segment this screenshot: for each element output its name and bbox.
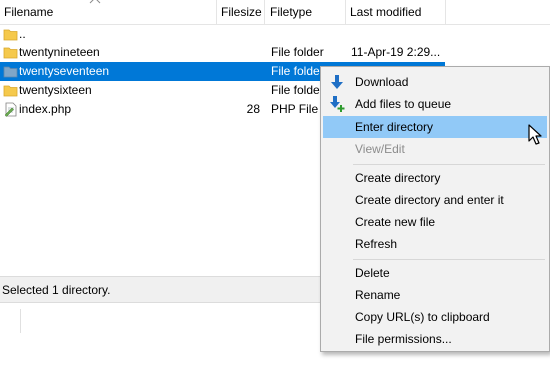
column-header-last-modified[interactable]: Last modified [346,0,446,24]
menu-item-label: Delete [355,266,390,280]
menu-item-label: Create directory [355,171,441,185]
menu-item-label: Enter directory [355,120,434,134]
sort-ascending-icon [89,0,101,4]
menu-item-create-directory-and-enter[interactable]: Create directory and enter it [323,189,547,211]
column-header-filetype-label: Filetype [270,5,313,19]
menu-item-label: View/Edit [355,142,405,156]
menu-item-rename[interactable]: Rename [323,284,547,306]
add-to-queue-icon [330,96,345,112]
column-header-filename[interactable]: Filename [0,0,217,24]
column-header-filename-label: Filename [4,5,54,19]
column-header-filesize-label: Filesize [221,5,262,19]
column-header-last-modified-label: Last modified [350,5,422,19]
file-row-twentynineteen[interactable]: twentynineteen File folder 11-Apr-19 2:2… [0,43,445,62]
menu-item-enter-directory[interactable]: Enter directory [323,116,547,138]
status-text: Selected 1 directory. [2,283,111,297]
menu-item-label: Create new file [355,215,436,229]
file-name: index.php [19,102,72,116]
file-name: twentyseventeen [19,64,110,78]
menu-item-label: Copy URL(s) to clipboard [355,310,490,324]
column-header-filesize[interactable]: Filesize [217,0,265,24]
column-header-filetype[interactable]: Filetype [266,0,346,24]
file-name: twentysixteen [19,83,92,97]
folder-icon [3,66,18,78]
menu-item-copy-urls[interactable]: Copy URL(s) to clipboard [323,306,547,328]
file-type: File folder [271,45,324,59]
context-menu: Download Add files to queue Enter direct… [320,66,550,352]
folder-icon [3,85,18,97]
menu-item-label: File permissions... [355,332,452,346]
menu-separator [353,164,545,165]
folder-icon [3,29,18,41]
menu-item-view-edit[interactable]: View/Edit [323,138,547,160]
menu-item-create-new-file[interactable]: Create new file [323,211,547,233]
php-file-icon [4,102,17,117]
menu-item-add-files-to-queue[interactable]: Add files to queue [323,93,547,115]
file-name: .. [19,27,26,41]
menu-item-label: Add files to queue [355,97,452,111]
menu-item-download[interactable]: Download [323,71,547,93]
folder-icon [3,47,18,59]
file-list-header: Filename Filesize Filetype Last modified [0,0,550,25]
menu-item-delete[interactable]: Delete [323,262,547,284]
menu-item-label: Refresh [355,237,398,251]
file-size: 28 [246,102,260,116]
menu-item-label: Create directory and enter it [355,193,504,207]
mouse-pointer-icon [528,124,542,145]
menu-item-create-directory[interactable]: Create directory [323,167,547,189]
menu-item-file-permissions[interactable]: File permissions... [323,328,547,350]
menu-item-label: Rename [355,288,401,302]
file-modified: 11-Apr-19 2:29... [351,45,441,59]
menu-item-refresh[interactable]: Refresh [323,233,547,255]
menu-item-label: Download [355,75,409,89]
file-name: twentynineteen [19,45,100,59]
queue-column-divider [20,309,21,333]
file-row-parent[interactable]: .. [0,25,445,44]
menu-separator [353,259,545,260]
download-icon [331,75,343,89]
